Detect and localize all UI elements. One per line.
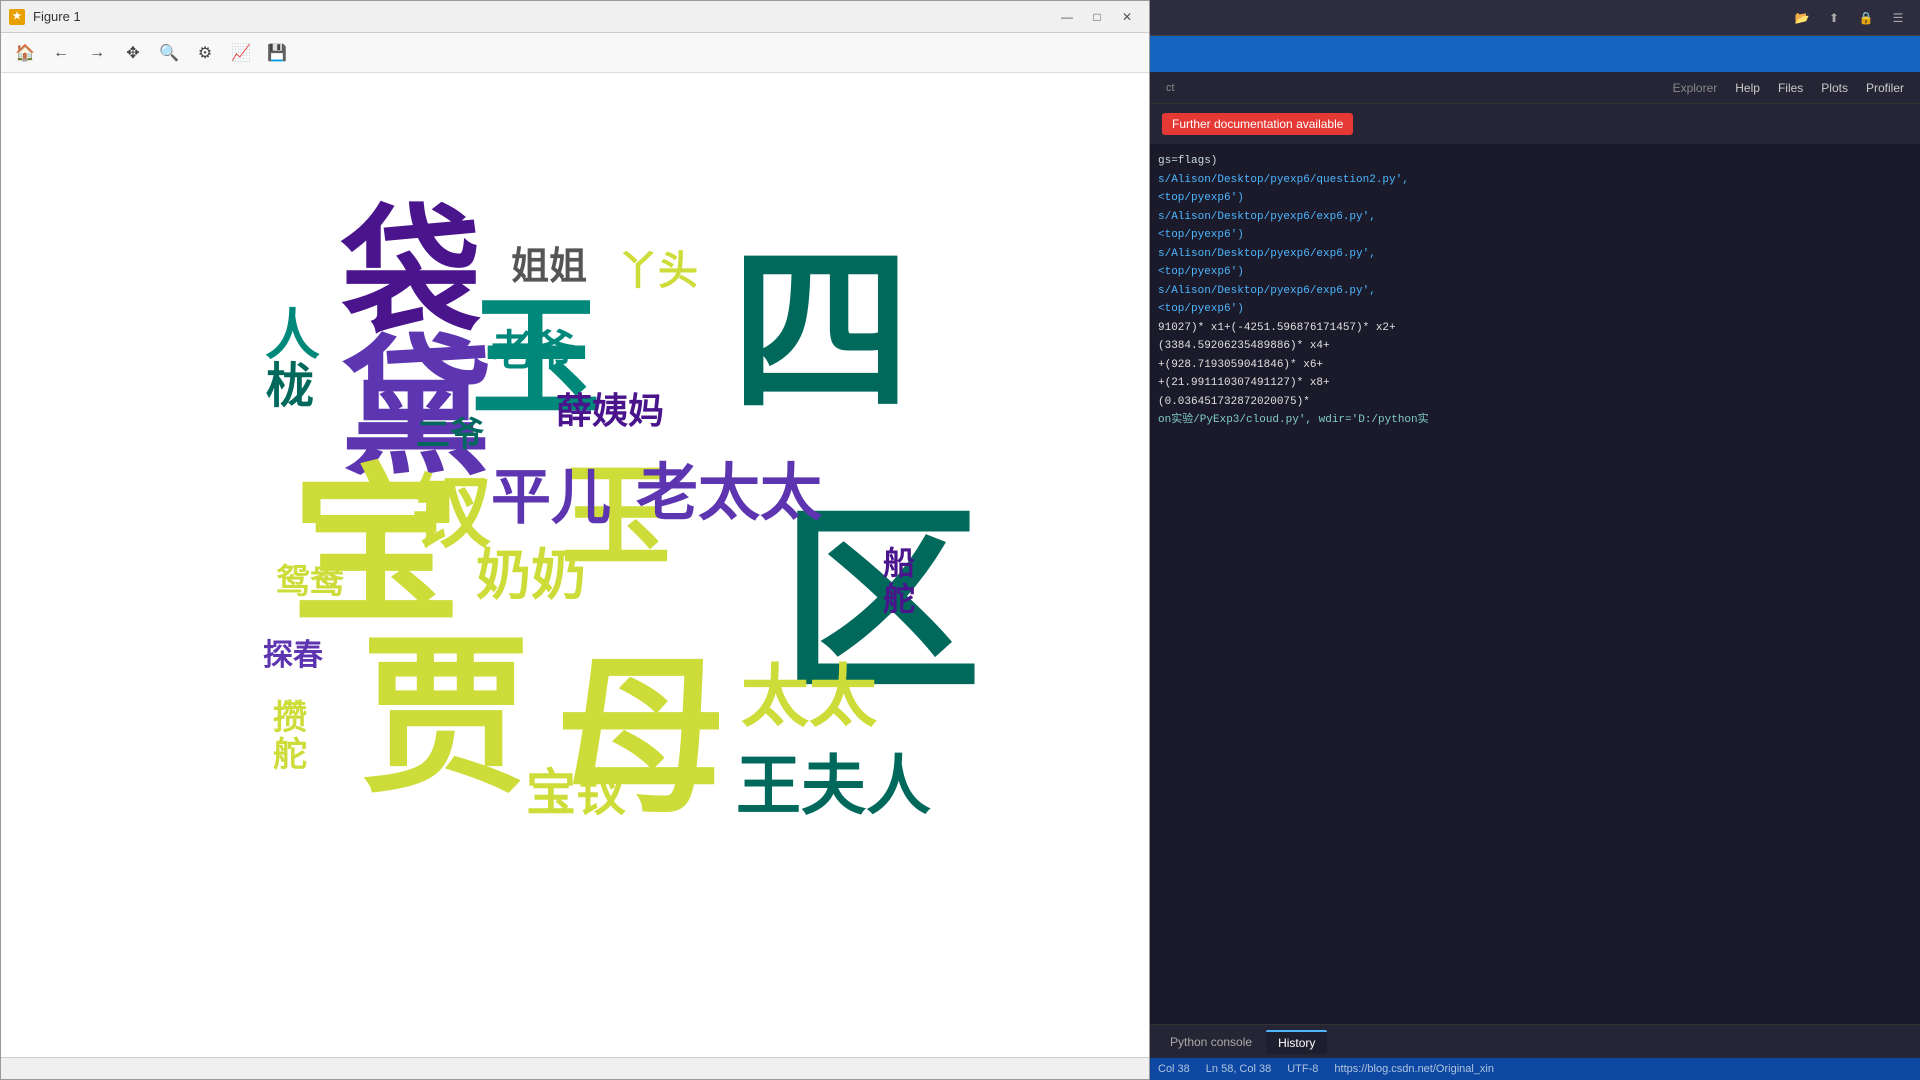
figure-toolbar: 🏠 ← → ✥ 🔍 ⚙ 📈 💾 <box>1 33 1149 73</box>
word-cloud-item: 船 <box>883 547 915 579</box>
console-line: (3384.59206235489886)* x4+ <box>1158 337 1912 356</box>
word-cloud-item: 人 <box>265 308 320 363</box>
plots-tab[interactable]: Plots <box>1813 79 1856 97</box>
help-tab[interactable]: Help <box>1727 79 1768 97</box>
files-tab[interactable]: Files <box>1770 79 1811 97</box>
url: https://blog.csdn.net/Original_xin <box>1334 1063 1494 1075</box>
console-line: on实验/PyExp3/cloud.py', wdir='D:/python实 <box>1158 411 1912 430</box>
figure-statusbar <box>1 1057 1149 1079</box>
title-left: ★ Figure 1 <box>9 9 81 25</box>
zoom-button[interactable]: 🔍 <box>153 37 185 69</box>
back-button[interactable]: ← <box>45 37 77 69</box>
profiler-tab[interactable]: Profiler <box>1858 79 1912 97</box>
word-cloud-item: 姐姐 <box>511 248 587 286</box>
word-cloud-item: 王夫人 <box>736 753 931 818</box>
word-cloud-item: 攒 <box>273 701 307 735</box>
word-cloud-item: 四 <box>731 243 911 423</box>
figure-title: Figure 1 <box>33 9 81 24</box>
encoding: UTF-8 <box>1287 1063 1318 1075</box>
python-console-tab[interactable]: Python console <box>1158 1031 1264 1053</box>
word-cloud-item: 平儿 <box>491 468 611 528</box>
word-cloud-item: 薛姨妈 <box>556 393 664 429</box>
save-button[interactable]: 💾 <box>261 37 293 69</box>
ide-statusbar: Col 38 Ln 58, Col 38 UTF-8 https://blog.… <box>1150 1058 1920 1080</box>
ide-topbar: 📂 ⬆ 🔒 ☰ <box>1150 0 1920 36</box>
search-hint: ct <box>1158 80 1183 96</box>
ide-doc-banner: Further documentation available <box>1150 104 1920 144</box>
console-line: +(21.991110307491127)* x8+ <box>1158 374 1912 393</box>
word-cloud-item: 二爷 <box>416 418 484 452</box>
plot-button[interactable]: 📈 <box>225 37 257 69</box>
word-cloud-item: 探春 <box>263 641 323 671</box>
word-cloud-item: 老太太 <box>636 463 822 525</box>
window-controls: — □ ✕ <box>1053 6 1141 28</box>
console-line: 91027)* x1+(-4251.596876171457)* x2+ <box>1158 319 1912 338</box>
console-line: s/Alison/Desktop/pyexp6/exp6.py', <box>1158 208 1912 227</box>
ide-bottom-tabs: Python console History <box>1150 1024 1920 1058</box>
pan-button[interactable]: ✥ <box>117 37 149 69</box>
forward-button[interactable]: → <box>81 37 113 69</box>
word-cloud-item: 贾 <box>361 633 531 803</box>
close-button[interactable]: ✕ <box>1113 6 1141 28</box>
explorer-tab[interactable]: Explorer <box>1665 79 1726 97</box>
word-cloud-item: 鸳鸯 <box>276 565 344 599</box>
history-tab[interactable]: History <box>1266 1030 1327 1054</box>
word-cloud-item: 舵 <box>883 583 915 615</box>
minimize-button[interactable]: — <box>1053 6 1081 28</box>
console-line: <top/pyexp6') <box>1158 263 1912 282</box>
console-line: s/Alison/Desktop/pyexp6/exp6.py', <box>1158 245 1912 264</box>
ide-banner <box>1150 36 1920 72</box>
console-line: s/Alison/Desktop/pyexp6/exp6.py', <box>1158 282 1912 301</box>
doc-link[interactable]: Further documentation available <box>1162 113 1353 135</box>
upload-button[interactable]: ⬆ <box>1820 7 1848 29</box>
figure-icon: ★ <box>9 9 25 25</box>
console-line: s/Alison/Desktop/pyexp6/question2.py', <box>1158 171 1912 190</box>
word-cloud-item: 奶奶 <box>476 548 586 603</box>
menu-button[interactable]: ☰ <box>1884 7 1912 29</box>
console-line: +(928.7193059041846)* x6+ <box>1158 356 1912 375</box>
ide-console[interactable]: gs=flags) s/Alison/Desktop/pyexp6/questi… <box>1150 144 1920 1024</box>
word-cloud-item: 栊 <box>266 363 314 411</box>
console-line: (0.036451732872020075)* <box>1158 393 1912 412</box>
word-cloud-item: 丫头 <box>618 251 698 291</box>
word-cloud-item: 太太 <box>741 663 877 731</box>
ide-menubar: ct Explorer Help Files Plots Profiler <box>1150 72 1920 104</box>
ide-panel: 📂 ⬆ 🔒 ☰ ct Explorer Help Files Plots Pro… <box>1150 0 1920 1080</box>
home-button[interactable]: 🏠 <box>9 37 41 69</box>
settings-button[interactable]: ⚙ <box>189 37 221 69</box>
console-line: gs=flags) <box>1158 152 1912 171</box>
figure-titlebar: ★ Figure 1 — □ ✕ <box>1 1 1149 33</box>
word-cloud-item: 舵 <box>273 738 307 772</box>
lock-button[interactable]: 🔒 <box>1852 7 1880 29</box>
line-col: Ln 58, Col 38 <box>1206 1063 1271 1075</box>
word-cloud-item: 宝钗 <box>526 768 626 818</box>
col-indicator: Col 38 <box>1158 1063 1190 1075</box>
figure-window: ★ Figure 1 — □ ✕ 🏠 ← → ✥ 🔍 ⚙ 📈 💾 袋黛玉四姐姐丫… <box>0 0 1150 1080</box>
maximize-button[interactable]: □ <box>1083 6 1111 28</box>
word-cloud: 袋黛玉四姐姐丫头老爷薛姨妈二爷人栊宝钗玉区平儿老太太鸳鸯奶奶船舵贾母太太探春攒舵… <box>1 73 1149 1057</box>
console-line: <top/pyexp6') <box>1158 189 1912 208</box>
console-line: <top/pyexp6') <box>1158 226 1912 245</box>
figure-canvas: 袋黛玉四姐姐丫头老爷薛姨妈二爷人栊宝钗玉区平儿老太太鸳鸯奶奶船舵贾母太太探春攒舵… <box>1 73 1149 1057</box>
folder-button[interactable]: 📂 <box>1788 7 1816 29</box>
word-cloud-item: 钗 <box>411 473 491 553</box>
console-line: <top/pyexp6') <box>1158 300 1912 319</box>
word-cloud-item: 老爷 <box>491 330 575 372</box>
word-cloud-item: 袋 <box>341 203 481 343</box>
